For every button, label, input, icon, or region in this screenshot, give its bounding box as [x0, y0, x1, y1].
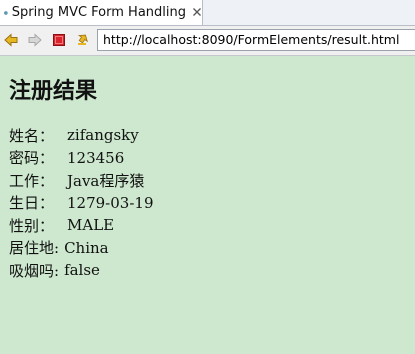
- field-value: China: [64, 238, 109, 257]
- field-label: 密码：: [9, 149, 55, 168]
- address-bar[interactable]: http://localhost:8090/FormElements/resul…: [97, 29, 415, 51]
- field-value: zifangsky: [67, 126, 139, 145]
- field-label: 姓名：: [9, 126, 55, 145]
- refresh-button[interactable]: [74, 32, 90, 48]
- result-row-name: 姓名： zifangsky: [9, 124, 153, 147]
- browser-toolbar: http://localhost:8090/FormElements/resul…: [0, 26, 415, 56]
- field-value: 123456: [67, 148, 125, 167]
- field-label: 居住地:: [9, 239, 60, 258]
- field-value: false: [64, 261, 100, 280]
- field-label: 吸烟吗:: [9, 261, 60, 280]
- close-icon[interactable]: [192, 7, 202, 19]
- back-button[interactable]: [3, 32, 19, 48]
- forward-arrow-icon: [28, 33, 42, 47]
- field-value: MALE: [67, 216, 115, 235]
- stop-icon: [53, 34, 65, 46]
- globe-icon: [4, 10, 8, 15]
- result-list: 姓名： zifangsky 密码： 123456 工作： Java程序猿 生日：…: [9, 124, 153, 282]
- tab-bar: Spring MVC Form Handling: [0, 0, 415, 26]
- stop-button[interactable]: [51, 32, 67, 48]
- back-arrow-icon: [4, 33, 18, 47]
- field-value: Java程序猿: [67, 171, 145, 190]
- result-row-gender: 性别： MALE: [9, 214, 153, 237]
- result-row-job: 工作： Java程序猿: [9, 169, 153, 192]
- tab-spring-mvc-form-handling[interactable]: Spring MVC Form Handling: [0, 0, 203, 25]
- result-row-password: 密码： 123456: [9, 147, 153, 170]
- refresh-icon: [77, 34, 88, 45]
- field-value: 1279-03-19: [67, 193, 154, 212]
- result-row-birthday: 生日： 1279-03-19: [9, 192, 153, 215]
- field-label: 性别：: [9, 216, 55, 235]
- field-label: 生日：: [9, 194, 55, 213]
- field-label: 工作：: [9, 171, 55, 190]
- page-content: 注册结果 姓名： zifangsky 密码： 123456 工作： Java程序…: [0, 56, 415, 354]
- forward-button[interactable]: [27, 32, 43, 48]
- result-row-residence: 居住地: China: [9, 237, 153, 260]
- page-title: 注册结果: [9, 78, 98, 104]
- tab-title: Spring MVC Form Handling: [11, 5, 186, 20]
- result-row-smoker: 吸烟吗: false: [9, 259, 153, 282]
